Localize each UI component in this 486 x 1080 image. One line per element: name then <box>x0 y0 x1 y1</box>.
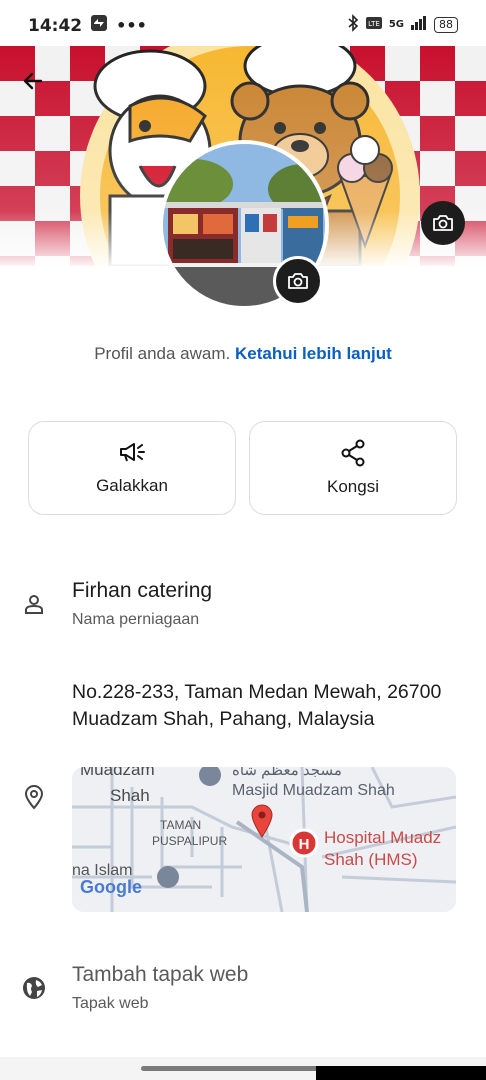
learn-more-link[interactable]: Ketahui lebih lanjut <box>235 344 392 363</box>
notification-icon <box>90 14 108 37</box>
map-label-mosque: Masjid Muadzam Shah <box>232 782 395 799</box>
add-website[interactable]: Tambah tapak web <box>72 963 248 987</box>
map-label-hospital: Hospital Muadz <box>324 828 441 847</box>
camera-icon <box>288 273 308 289</box>
business-address[interactable]: No.228-233, Taman Medan Mewah, 26700 Mua… <box>72 679 472 733</box>
arrow-left-icon <box>23 72 43 90</box>
home-indicator[interactable] <box>141 1066 345 1071</box>
camera-icon <box>433 215 453 231</box>
status-bar: 14:42 ••• LTE 5G 88 <box>0 0 486 46</box>
status-time: 14:42 <box>28 15 83 36</box>
location-map[interactable]: Muadzam Shah مسجد معظم شاه Masjid Muadza… <box>72 767 456 912</box>
hospital-marker: H <box>299 836 310 853</box>
website-caption: Tapak web <box>72 995 149 1012</box>
business-name-caption: Nama perniagaan <box>72 611 200 628</box>
svg-text:LTE: LTE <box>368 20 380 28</box>
back-button[interactable] <box>18 66 48 96</box>
public-note-text: Profil anda awam. <box>94 344 231 363</box>
svg-text:Shah: Shah <box>110 786 150 805</box>
volte-icon: LTE <box>365 15 383 34</box>
nav-bar-overlay <box>316 1066 486 1080</box>
map-label-arabic: مسجد معظم شاه <box>232 767 342 779</box>
business-name[interactable]: Firhan catering <box>72 579 212 603</box>
megaphone-icon <box>120 443 145 462</box>
network-label: 5G <box>388 19 404 30</box>
bluetooth-icon <box>347 14 359 35</box>
more-notifications-icon: ••• <box>116 16 147 35</box>
map-label-taman: TAMAN <box>160 818 201 832</box>
map-label-hospital-2: Shah (HMS) <box>324 850 418 869</box>
google-logo: Google <box>80 877 142 897</box>
share-label: Kongsi <box>327 477 379 496</box>
map-label-muadzam: Muadzam <box>80 767 155 779</box>
public-profile-note: Profil anda awam. Ketahui lebih lanjut <box>0 344 486 364</box>
person-icon <box>20 590 48 618</box>
edit-cover-photo-button[interactable] <box>421 201 465 245</box>
share-icon <box>341 439 365 467</box>
signal-icon <box>410 16 428 33</box>
share-button[interactable]: Kongsi <box>249 421 457 515</box>
promote-label: Galakkan <box>96 476 168 495</box>
edit-profile-picture-button[interactable] <box>273 256 323 306</box>
globe-icon <box>20 974 48 1002</box>
map-label-puspalipur: PUSPALIPUR <box>152 834 227 848</box>
battery-indicator: 88 <box>434 16 458 33</box>
location-pin-icon <box>20 783 48 811</box>
promote-button[interactable]: Galakkan <box>28 421 236 515</box>
